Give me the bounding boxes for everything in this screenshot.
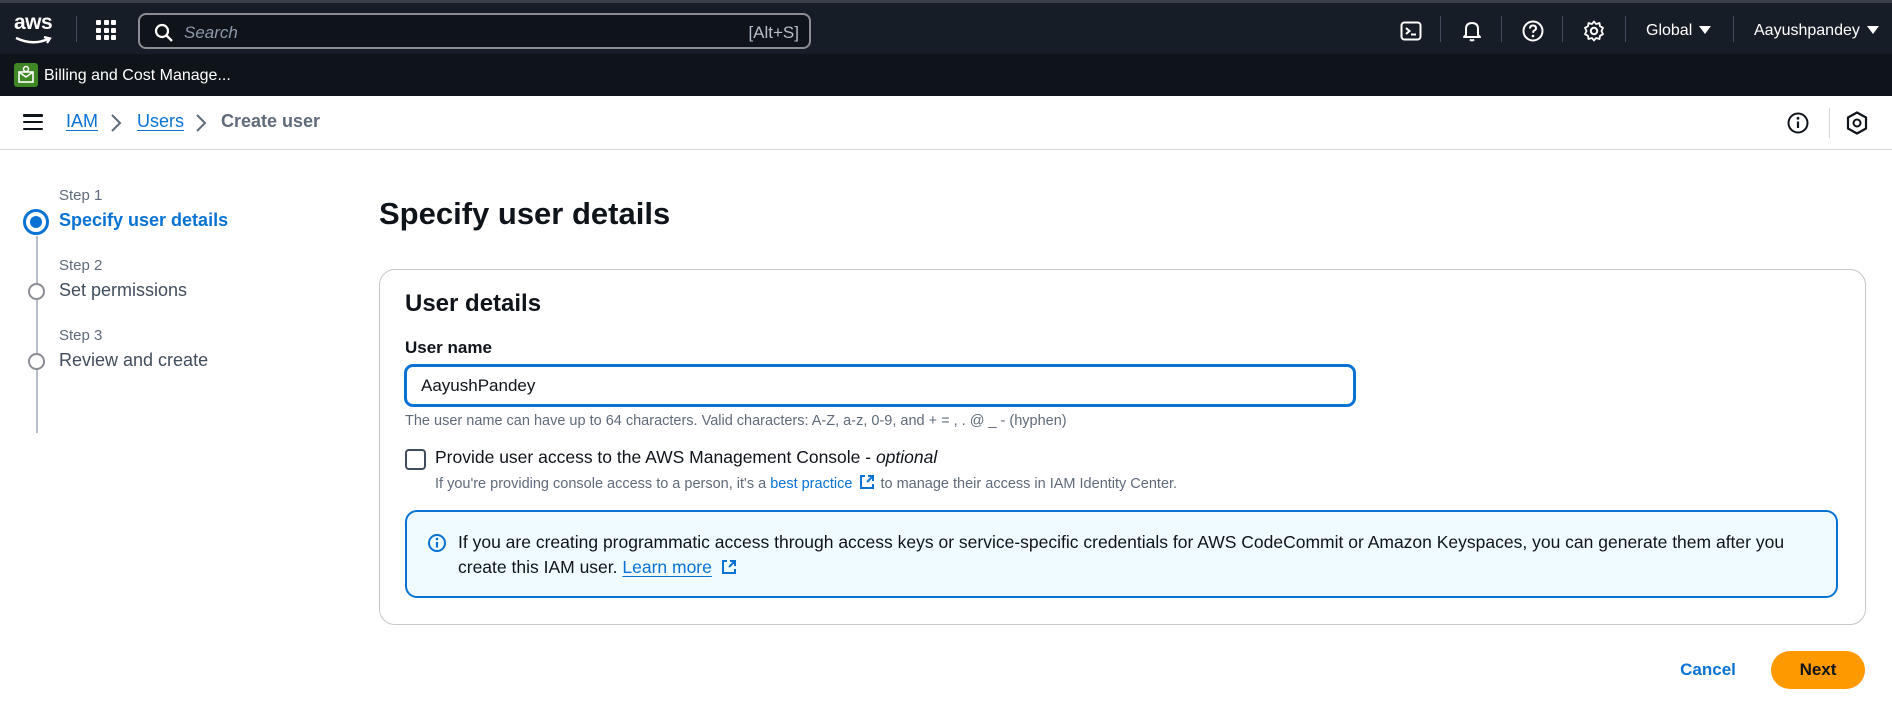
region-label: Global: [1646, 22, 1693, 39]
caret-down-icon: [1699, 26, 1712, 34]
chevron-right-icon: [196, 114, 207, 132]
step-2-title: Set permissions: [59, 280, 188, 300]
step-2-number: Step 2: [59, 257, 103, 274]
breadcrumb-create-user: Create user: [221, 111, 321, 131]
favorites-bar: Billing and Cost Manage...: [0, 54, 1892, 96]
breadcrumb-iam[interactable]: IAM: [66, 111, 98, 132]
external-link-icon[interactable]: [858, 473, 876, 491]
page-title: Specify user details: [379, 196, 671, 231]
step-3-number: Step 3: [59, 327, 103, 344]
search-icon: [154, 23, 173, 42]
chevron-right-icon: [111, 114, 122, 132]
learn-more-link[interactable]: Learn more: [622, 557, 712, 577]
console-access-label-text: Provide user access to the AWS Managemen…: [435, 447, 876, 467]
info-panel-icon[interactable]: [1786, 111, 1810, 135]
settings-gear-icon[interactable]: [1582, 19, 1606, 43]
step-3-title: Review and create: [59, 350, 209, 370]
external-link-icon[interactable]: [720, 558, 738, 576]
security-shield-icon[interactable]: [1844, 110, 1870, 136]
region-selector[interactable]: Global: [1646, 22, 1712, 40]
user-name-constraint-text: The user name can have up to 64 characte…: [405, 413, 1067, 429]
description-suffix: to manage their access in IAM Identity C…: [880, 476, 1178, 492]
user-name-input[interactable]: [405, 365, 1355, 406]
container-title: User details: [405, 290, 542, 317]
divider: [1829, 108, 1830, 138]
info-alert-text: If you are creating programmatic access …: [458, 530, 1818, 580]
user-name-label: User name: [405, 338, 492, 357]
console-access-label[interactable]: Provide user access to the AWS Managemen…: [435, 447, 937, 468]
divider: [1562, 16, 1563, 42]
account-name: Aayushpandey: [1754, 22, 1860, 39]
aws-logo-text: aws: [14, 11, 53, 34]
cloudshell-icon[interactable]: [1399, 19, 1423, 43]
aws-logo[interactable]: aws: [14, 11, 56, 44]
step-1-indicator-icon: [23, 209, 49, 235]
console-access-checkbox[interactable]: [405, 449, 426, 470]
top-navigation-bar: aws Search [Alt+S] Global Aayushpandey: [0, 0, 1892, 54]
cancel-button[interactable]: Cancel: [1666, 651, 1750, 689]
breadcrumb-bar: IAM Users Create user: [0, 96, 1892, 150]
description-prefix: If you're providing console access to a …: [435, 476, 771, 492]
menu-hamburger-icon[interactable]: [23, 114, 43, 130]
search-shortcut: [Alt+S]: [748, 23, 799, 42]
search-input[interactable]: Search [Alt+S]: [138, 13, 811, 49]
account-menu[interactable]: Aayushpandey: [1754, 22, 1879, 40]
services-grid-icon[interactable]: [96, 20, 116, 40]
breadcrumb-users[interactable]: Users: [137, 111, 184, 132]
divider: [1501, 16, 1502, 42]
step-2-indicator-icon: [28, 283, 45, 300]
next-button[interactable]: Next: [1771, 651, 1865, 689]
help-icon[interactable]: [1521, 19, 1545, 43]
console-access-description: If you're providing console access to a …: [435, 473, 1177, 492]
user-details-container: User details User name The user name can…: [379, 269, 1866, 625]
best-practice-link[interactable]: best practice: [770, 476, 852, 492]
caret-down-icon: [1866, 26, 1879, 34]
step-3-indicator-icon: [28, 353, 45, 370]
search-placeholder: Search: [184, 23, 238, 42]
divider: [76, 16, 77, 42]
step-1-number: Step 1: [59, 187, 103, 204]
info-icon: [428, 534, 446, 552]
billing-service-icon: [14, 63, 38, 87]
divider: [1625, 16, 1626, 42]
notifications-bell-icon[interactable]: [1460, 19, 1484, 43]
favorite-billing-link[interactable]: Billing and Cost Manage...: [44, 67, 231, 85]
optional-label: optional: [875, 447, 938, 467]
step-1-title[interactable]: Specify user details: [59, 210, 228, 231]
step-connector: [36, 236, 38, 433]
info-alert: If you are creating programmatic access …: [405, 510, 1838, 598]
divider: [1440, 16, 1441, 42]
divider: [1733, 16, 1734, 42]
aws-smile-icon: [15, 35, 52, 44]
